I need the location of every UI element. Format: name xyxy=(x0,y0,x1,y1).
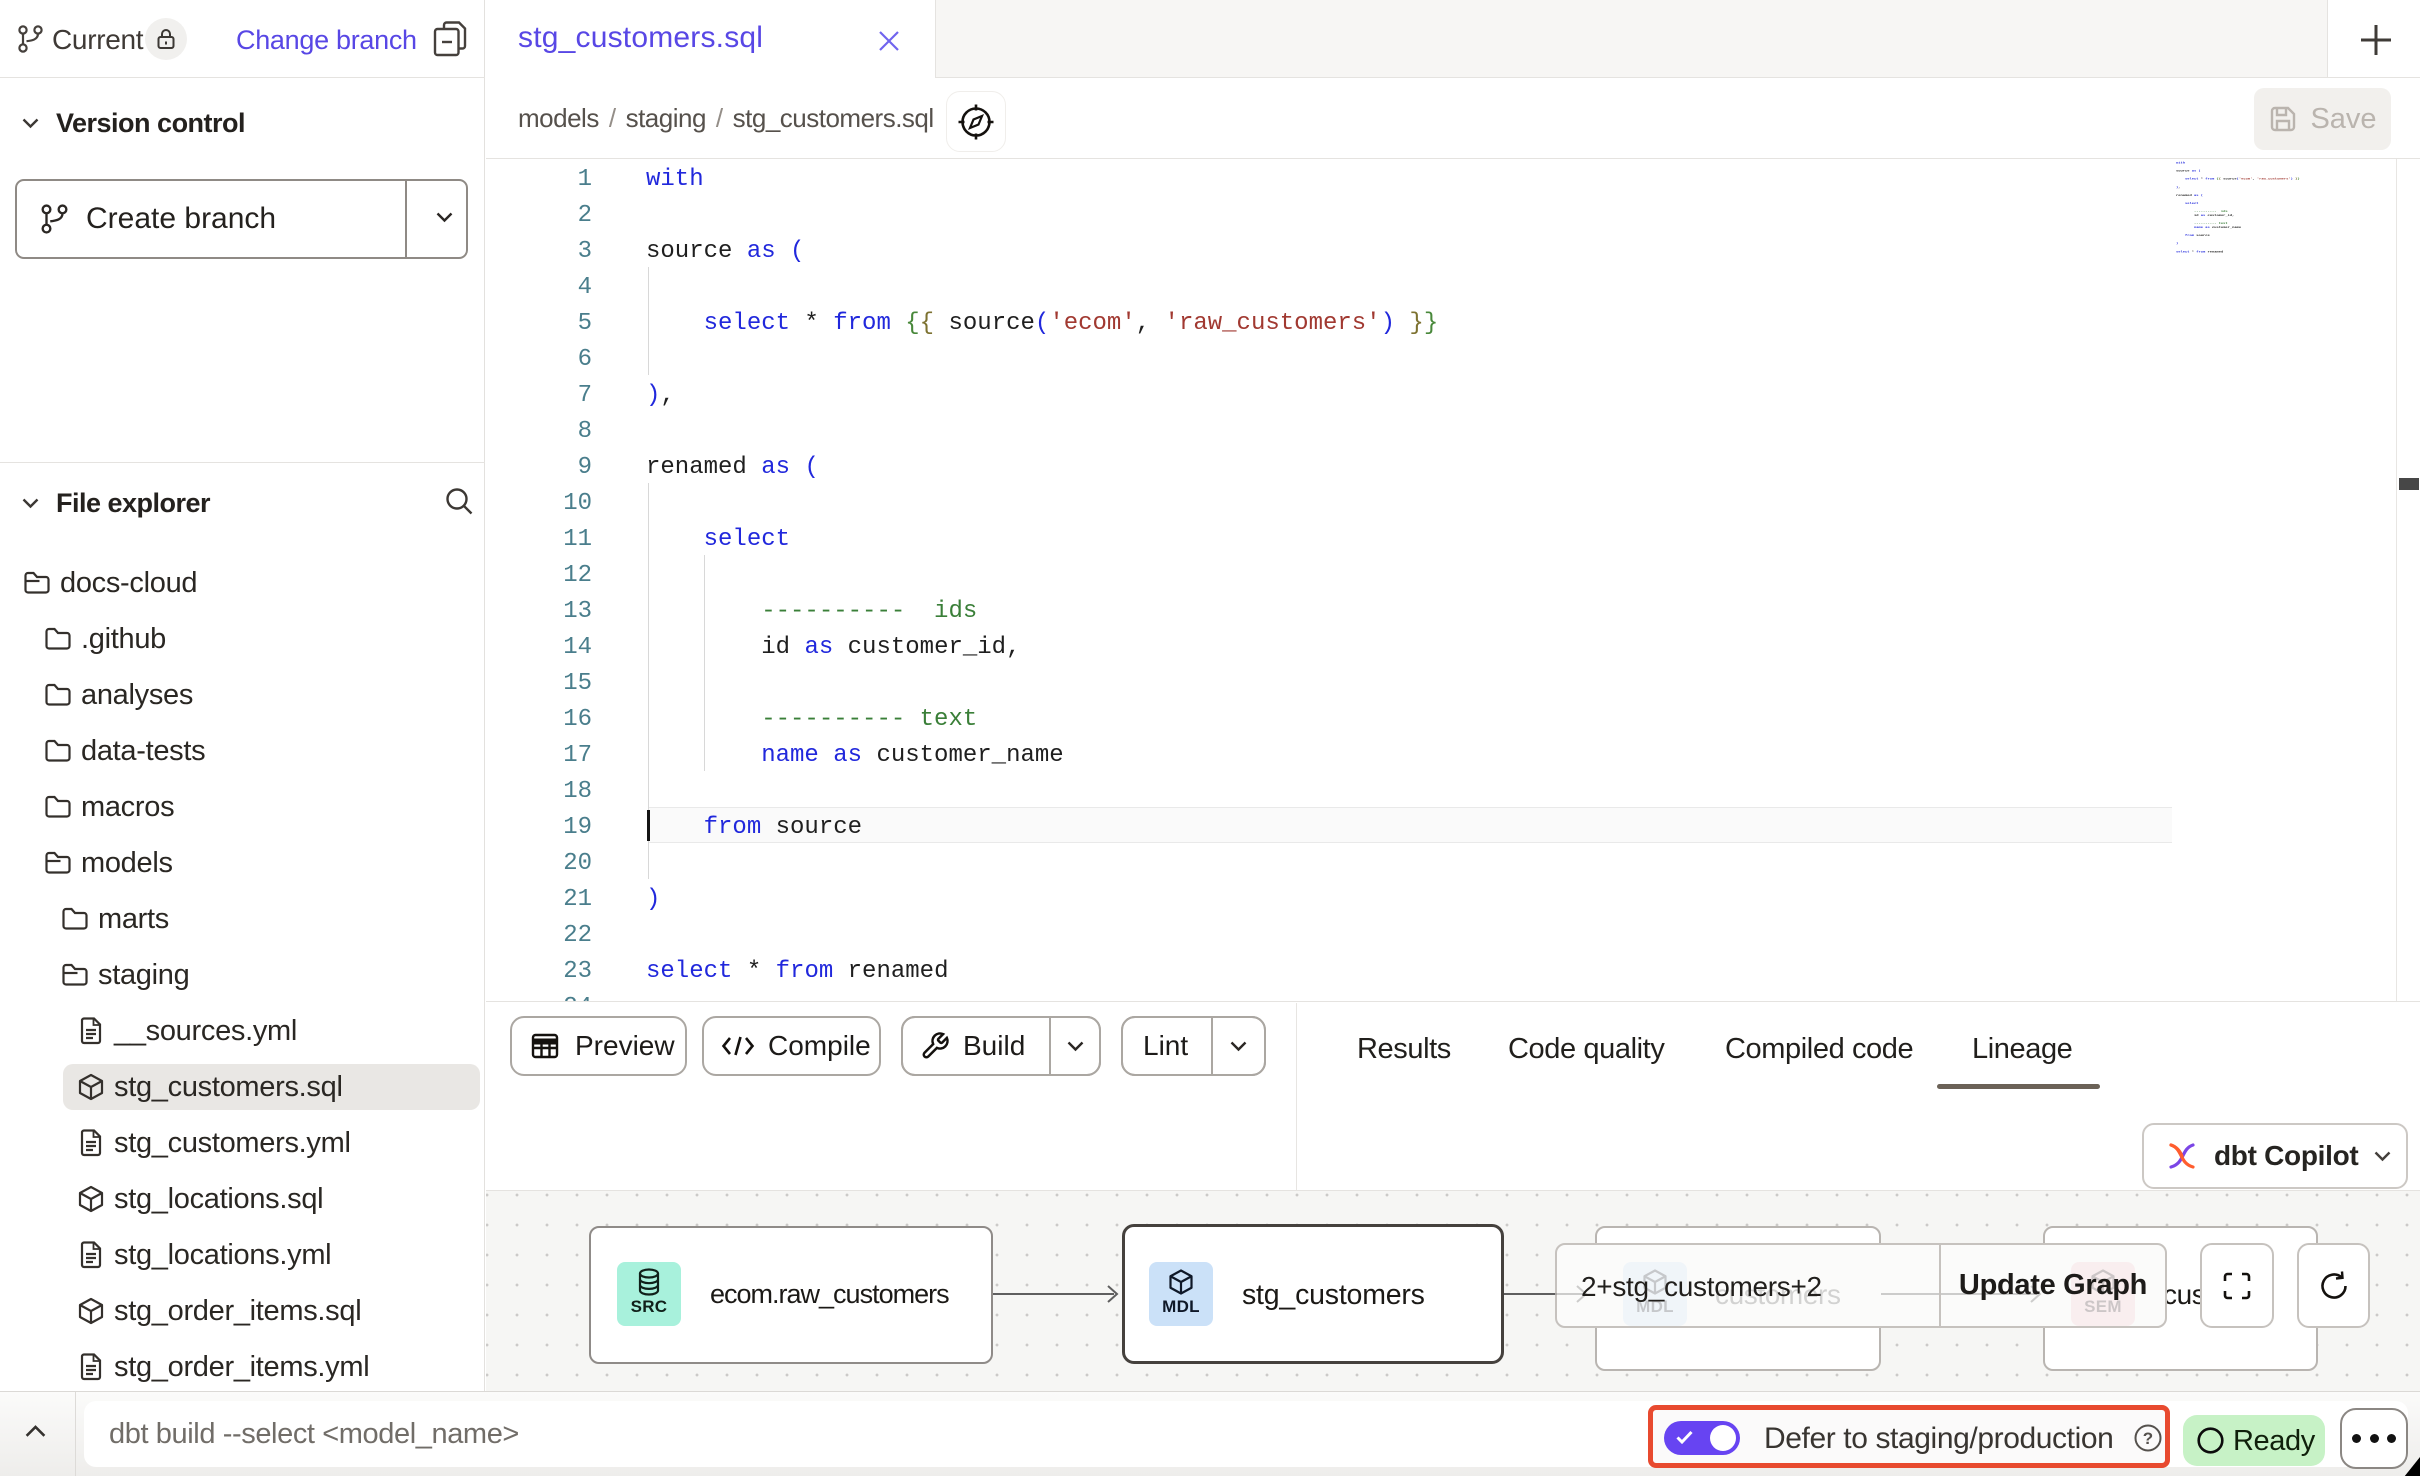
svg-text:?: ? xyxy=(2143,1429,2153,1448)
